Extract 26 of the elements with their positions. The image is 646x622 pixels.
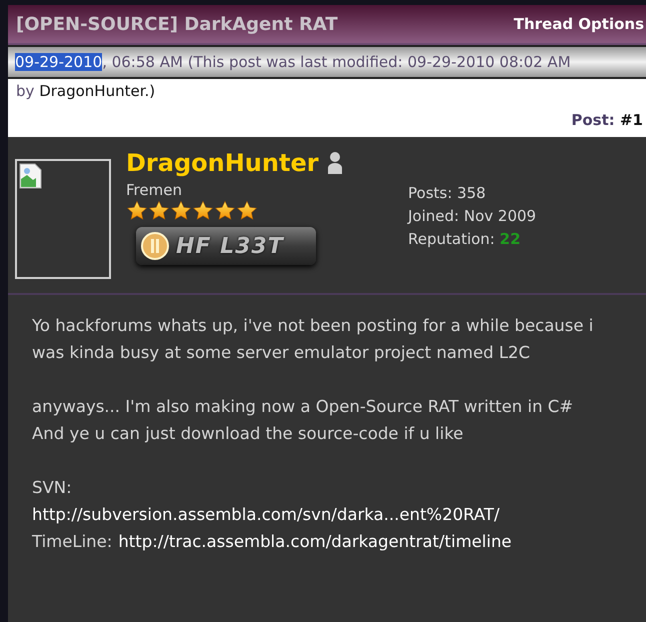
post-date: 09-29-2010, 06:58 AM (This post was last modified: 09-29-2010 08:02 AM — [15, 52, 571, 73]
post-text: SVN: — [32, 477, 73, 499]
user-stat: Joined: Nov 2009 — [408, 206, 536, 227]
post-link[interactable]: http://trac.assembla.com/darkagentrat/timeline — [118, 528, 512, 555]
user-title: Fremen — [126, 180, 182, 200]
broken-image-icon — [19, 163, 43, 189]
star-icon — [170, 200, 192, 222]
user-stat: Reputation: 22 — [408, 229, 522, 250]
link-label: TimeLine: — [32, 531, 112, 553]
star-icon — [214, 200, 236, 222]
star-icon — [236, 200, 258, 222]
star-icon — [148, 200, 170, 222]
post-edited-by: by DragonHunter.) — [16, 81, 156, 102]
thread-title: [OPEN-SOURCE] DarkAgent RAT — [16, 12, 338, 36]
author-name[interactable]: DragonHunter — [126, 148, 319, 178]
post-text: And ye u can just download the source-code if u like — [32, 423, 464, 445]
userbar-badge: HF L33T — [136, 227, 316, 265]
post-text: anyways... I'm also making now a Open-Source RAT written in C# — [32, 396, 574, 418]
thread-options-link[interactable]: Thread Options — [514, 12, 646, 36]
medal-icon — [140, 231, 170, 261]
post-number: Post: #1 — [571, 110, 643, 131]
post-link[interactable]: http://subversion.assembla.com/svn/darka...ent%20RAT/ — [32, 501, 500, 528]
post-text: Yo hackforums whats up, i've not been posting for a while because i was kinda busy at some server emulator project named L2C — [32, 315, 594, 364]
star-icon — [192, 200, 214, 222]
user-stat: Posts: 358 — [408, 183, 487, 204]
star-icon — [126, 200, 148, 222]
